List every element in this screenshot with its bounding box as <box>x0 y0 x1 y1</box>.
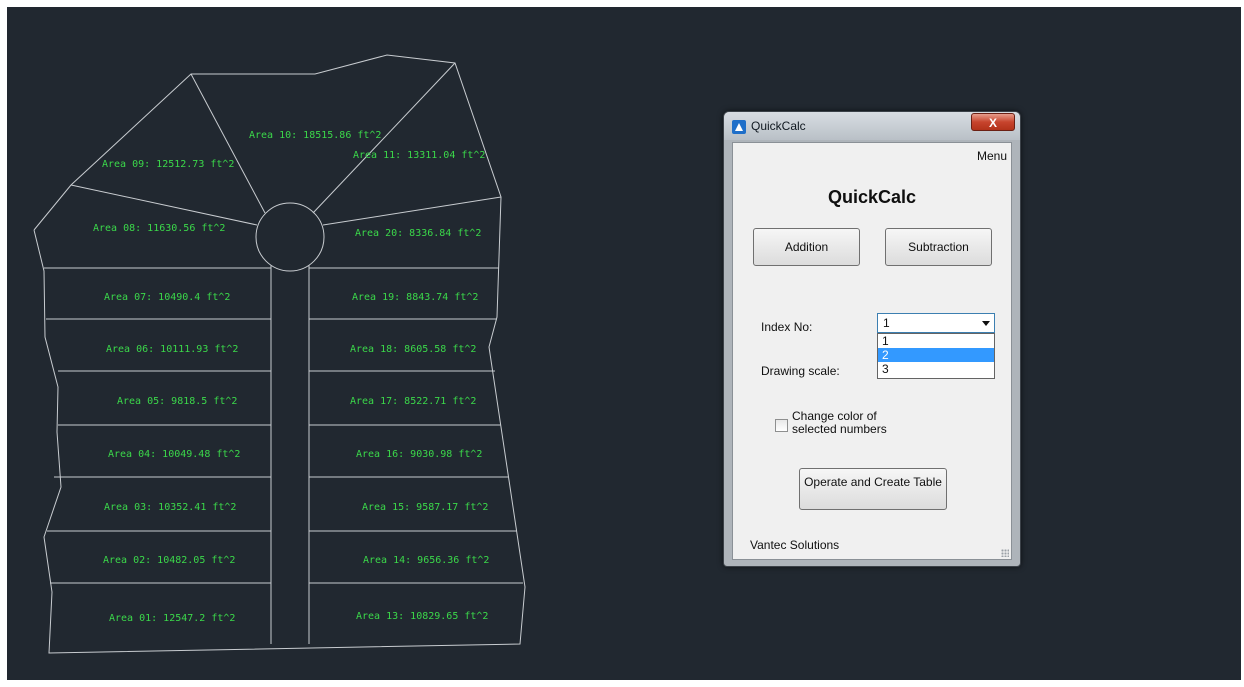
resize-grip-icon[interactable] <box>1001 549 1009 557</box>
index-option-2[interactable]: 2 <box>878 348 994 362</box>
area-label: Area 16: 9030.98 ft^2 <box>356 449 482 460</box>
area-label: Area 18: 8605.58 ft^2 <box>350 344 476 355</box>
area-label: Area 20: 8336.84 ft^2 <box>355 228 481 239</box>
window-client-area: Menu QuickCalc Addition Subtraction Inde… <box>732 142 1012 560</box>
area-label: Area 05: 9818.5 ft^2 <box>117 396 237 407</box>
subtraction-button[interactable]: Subtraction <box>885 228 992 266</box>
lot-line <box>70 184 258 226</box>
area-label: Area 19: 8843.74 ft^2 <box>352 292 478 303</box>
lot-line <box>190 73 266 214</box>
area-label: Area 14: 9656.36 ft^2 <box>363 555 489 566</box>
area-label: Area 10: 18515.86 ft^2 <box>249 130 381 141</box>
area-label: Area 06: 10111.93 ft^2 <box>106 344 238 355</box>
change-color-checkbox[interactable] <box>775 419 788 432</box>
index-selected-value: 1 <box>883 316 890 330</box>
quickcalc-window: QuickCalc X Menu QuickCalc Addition Subt… <box>723 111 1021 567</box>
cul-de-sac <box>255 202 325 272</box>
drawing-canvas[interactable]: Area 09: 12512.73 ft^2 Area 10: 18515.86… <box>7 7 1241 680</box>
area-label: Area 13: 10829.65 ft^2 <box>356 611 488 622</box>
area-label: Area 08: 11630.56 ft^2 <box>93 223 225 234</box>
index-option-3[interactable]: 3 <box>878 362 994 376</box>
lot-line <box>322 196 502 226</box>
close-button[interactable]: X <box>971 113 1015 131</box>
area-label: Area 01: 12547.2 ft^2 <box>109 613 235 624</box>
subdivision-plan: Area 09: 12512.73 ft^2 Area 10: 18515.86… <box>33 54 526 654</box>
addition-button[interactable]: Addition <box>753 228 860 266</box>
index-option-1[interactable]: 1 <box>878 334 994 348</box>
footer-company: Vantec Solutions <box>750 538 840 552</box>
index-dropdown-list: 1 2 3 <box>877 333 995 379</box>
change-color-label[interactable]: Change color of selected numbers <box>792 410 912 436</box>
title-bar[interactable]: QuickCalc X <box>724 112 1020 140</box>
chevron-down-icon[interactable] <box>982 321 990 326</box>
area-label: Area 09: 12512.73 ft^2 <box>102 159 234 170</box>
window-title: QuickCalc <box>751 119 806 133</box>
area-label: Area 03: 10352.41 ft^2 <box>104 502 236 513</box>
area-label: Area 02: 10482.05 ft^2 <box>103 555 235 566</box>
area-label: Area 17: 8522.71 ft^2 <box>350 396 476 407</box>
area-label: Area 15: 9587.17 ft^2 <box>362 502 488 513</box>
area-label: Area 07: 10490.4 ft^2 <box>104 292 230 303</box>
operate-create-table-button[interactable]: Operate and Create Table <box>799 468 947 510</box>
area-label: Area 04: 10049.48 ft^2 <box>108 449 240 460</box>
index-select[interactable]: 1 <box>877 313 995 333</box>
index-label: Index No: <box>761 320 813 334</box>
area-label: Area 11: 13311.04 ft^2 <box>353 150 485 161</box>
app-logo-icon <box>732 120 746 134</box>
app-heading: QuickCalc <box>827 187 917 207</box>
drawing-scale-label: Drawing scale: <box>761 364 840 378</box>
menu-item[interactable]: Menu <box>977 149 1007 163</box>
